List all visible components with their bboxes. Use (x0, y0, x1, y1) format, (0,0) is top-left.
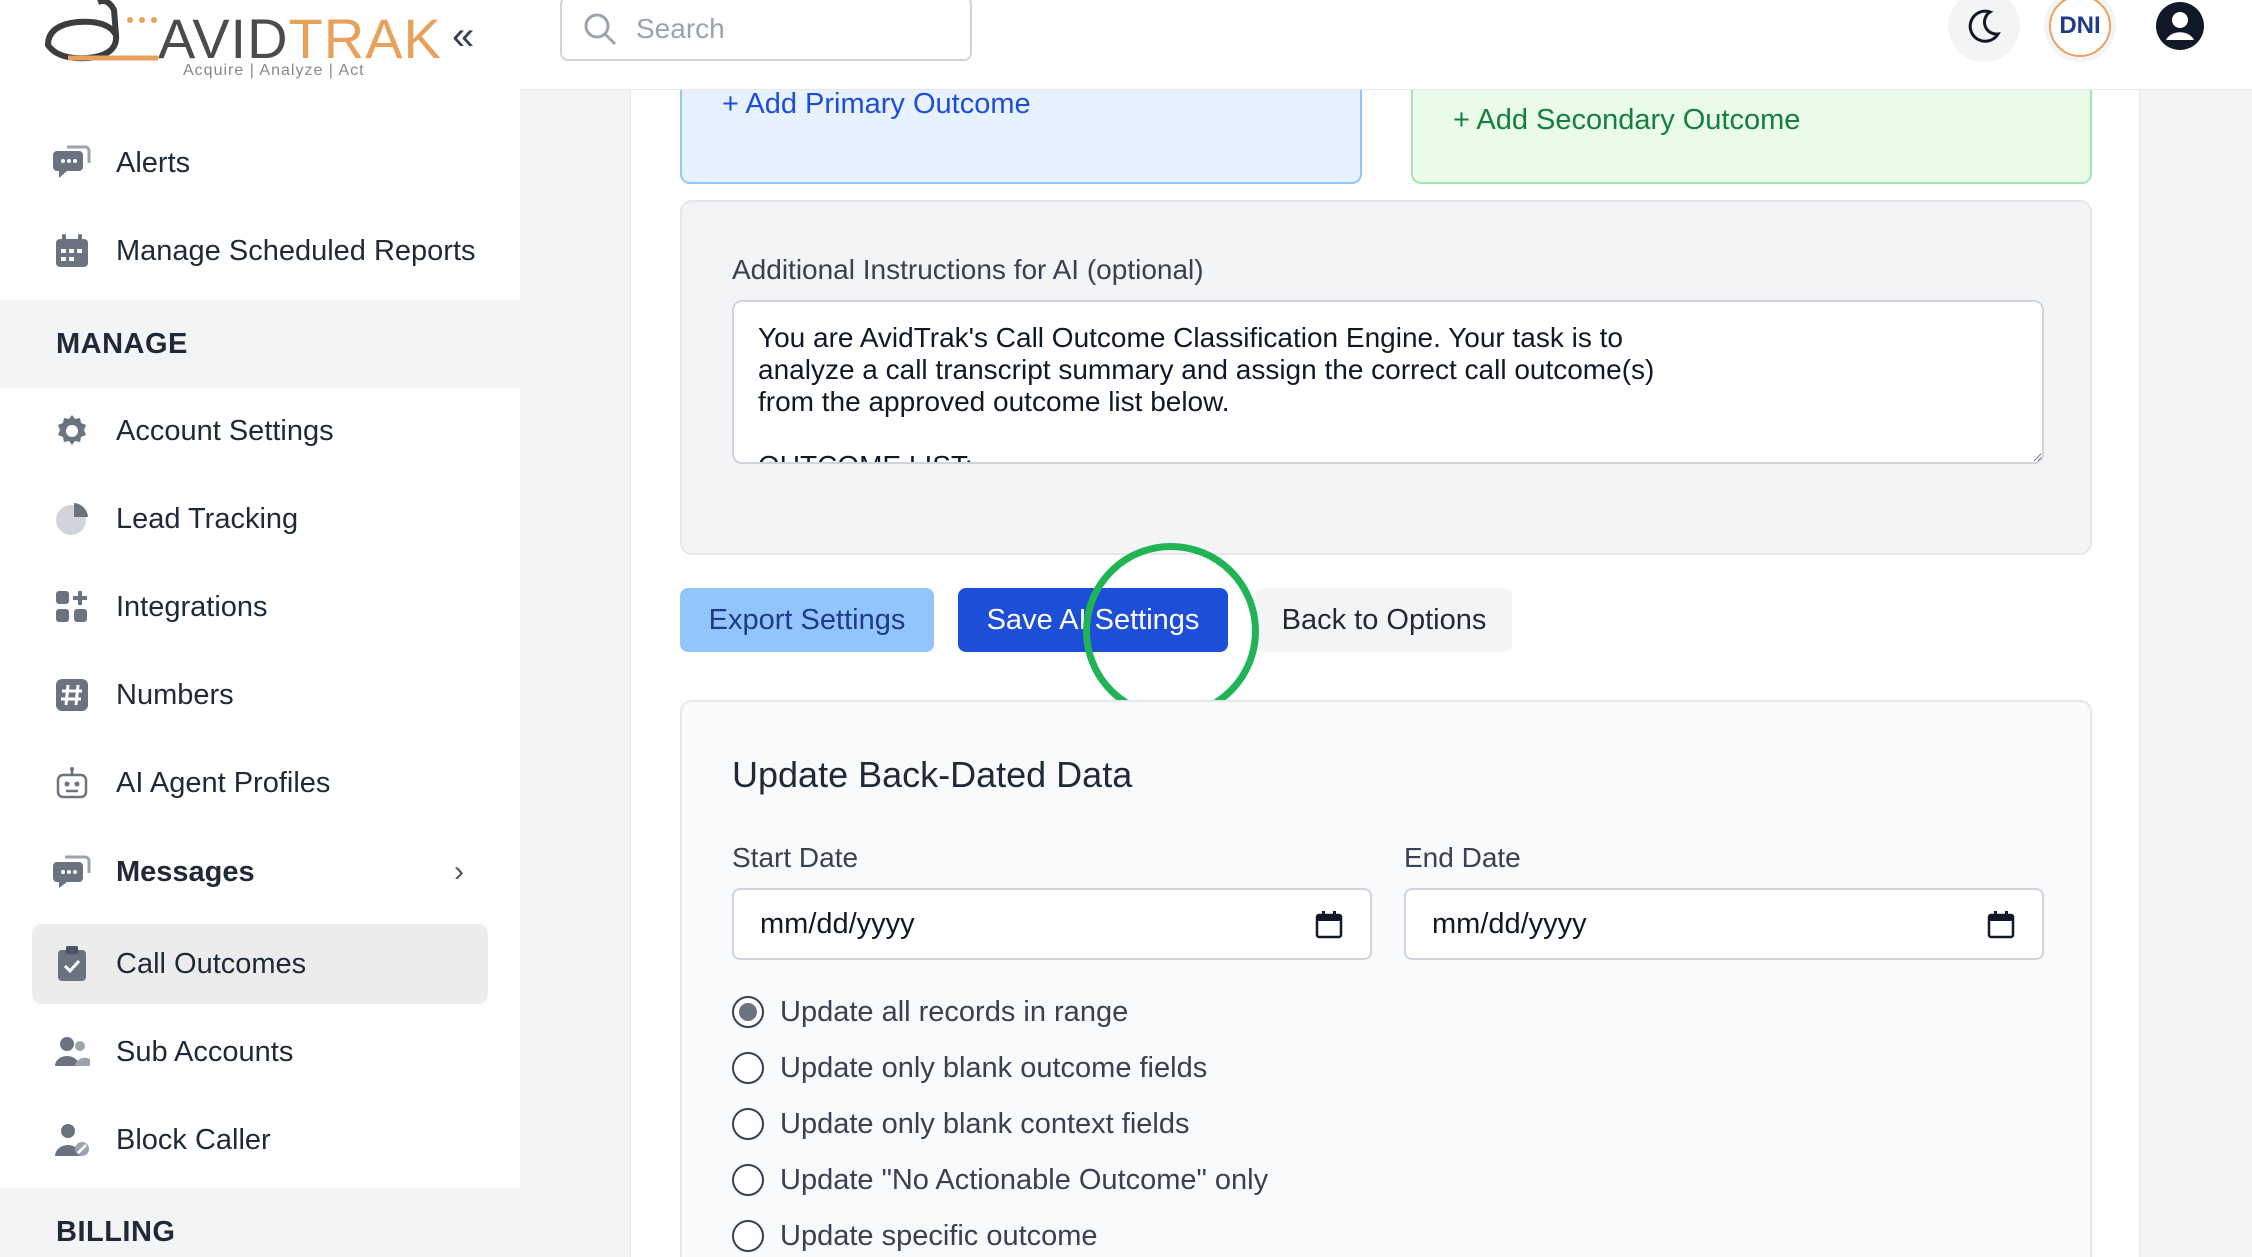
radio-button[interactable] (732, 1052, 764, 1084)
user-avatar-icon (2156, 2, 2204, 50)
sidebar-item-numbers[interactable]: Numbers (32, 655, 488, 735)
sidebar-item-alerts[interactable]: Alerts (32, 123, 488, 203)
sidebar-item-block-caller[interactable]: Block Caller (32, 1100, 488, 1180)
sidebar-item-manage-scheduled-reports[interactable]: Manage Scheduled Reports (32, 211, 488, 291)
sidebar-item-lead-tracking[interactable]: Lead Tracking (32, 479, 488, 559)
calendar-icon[interactable] (1314, 910, 1344, 940)
section-header-billing: BILLING (0, 1188, 520, 1257)
radio-update-specific-outcome[interactable]: Update specific outcome (732, 1216, 1098, 1256)
radio-label: Update only blank outcome fields (780, 1051, 1208, 1084)
radio-button[interactable] (732, 1164, 764, 1196)
dni-badge: DNI (2049, 0, 2111, 57)
sidebar-item-label: Messages (116, 855, 255, 888)
moon-icon (1968, 9, 2001, 43)
sidebar-item-label: Lead Tracking (116, 502, 299, 535)
collapse-sidebar-button[interactable]: « (452, 14, 474, 59)
calendar-icon[interactable] (1986, 910, 2016, 940)
end-date-label: End Date (1404, 842, 1521, 873)
search-box[interactable] (560, 0, 972, 61)
users-icon (52, 1032, 92, 1072)
back-to-options-button[interactable]: Back to Options (1256, 588, 1512, 652)
logo-mark-icon (44, 0, 158, 62)
end-date-input[interactable]: mm/dd/yyyy (1404, 888, 2044, 960)
radio-update-no-actionable[interactable]: Update "No Actionable Outcome" only (732, 1160, 1268, 1200)
add-secondary-outcome-label: + Add Secondary Outcome (1453, 104, 1801, 136)
pie-chart-icon (52, 499, 92, 539)
ai-instructions-label: Additional Instructions for AI (optional… (732, 254, 1204, 285)
chat-bubble-icon (52, 852, 92, 892)
sidebar-item-label: AI Agent Profiles (116, 766, 331, 799)
sidebar-item-messages[interactable]: Messages › (32, 832, 488, 912)
sidebar-item-call-outcomes[interactable]: Call Outcomes (32, 924, 488, 1004)
add-secondary-outcome-button[interactable]: + Add Secondary Outcome (1411, 90, 2092, 184)
add-primary-outcome-button[interactable]: + Add Primary Outcome (680, 88, 1362, 184)
radio-button[interactable] (732, 1108, 764, 1140)
radio-update-all[interactable]: Update all records in range (732, 992, 1128, 1032)
sidebar-item-integrations[interactable]: Integrations (32, 567, 488, 647)
grid-plus-icon (52, 587, 92, 627)
sidebar: AVIDTRAK Acquire | Analyze | Act « Alert… (0, 0, 520, 1257)
clipboard-check-icon (52, 944, 92, 984)
start-date-label: Start Date (732, 842, 859, 873)
ai-instructions-textarea[interactable] (732, 300, 2044, 464)
sidebar-item-label: Alerts (116, 146, 191, 179)
chat-bubble-icon (52, 143, 92, 183)
end-date-value: mm/dd/yyyy (1432, 907, 1587, 940)
update-backdated-panel: Update Back-Dated Data Start Date End Da… (680, 700, 2092, 1257)
section-header-manage: MANAGE (0, 300, 520, 388)
radio-label: Update only blank context fields (780, 1107, 1190, 1140)
section-title: Update Back-Dated Data (732, 754, 1133, 795)
app-logo[interactable]: AVIDTRAK Acquire | Analyze | Act (38, 0, 441, 86)
radio-button[interactable] (732, 996, 764, 1028)
sidebar-item-label: Account Settings (116, 414, 334, 447)
dark-mode-toggle[interactable] (1948, 0, 2020, 62)
ai-instructions-panel: Additional Instructions for AI (optional… (680, 200, 2092, 555)
start-date-input[interactable]: mm/dd/yyyy (732, 888, 1372, 960)
sidebar-item-sub-accounts[interactable]: Sub Accounts (32, 1012, 488, 1092)
robot-icon (52, 763, 92, 803)
sidebar-item-label: Call Outcomes (116, 947, 307, 980)
radio-button[interactable] (732, 1220, 764, 1252)
dni-label: DNI (2059, 12, 2101, 39)
save-ai-settings-button[interactable]: Save AI Settings (958, 588, 1228, 652)
user-block-icon (52, 1120, 92, 1160)
radio-label: Update specific outcome (780, 1219, 1098, 1252)
sidebar-item-label: Numbers (116, 678, 234, 711)
logo-tagline: Acquire | Analyze | Act (183, 62, 365, 79)
radio-label: Update all records in range (780, 995, 1129, 1028)
search-icon (584, 13, 617, 45)
calendar-icon (52, 231, 92, 271)
sidebar-item-ai-agent-profiles[interactable]: AI Agent Profiles (32, 743, 488, 823)
export-settings-button[interactable]: Export Settings (680, 588, 934, 652)
search-input[interactable] (636, 12, 956, 45)
content-gutter (2204, 90, 2252, 1257)
chevron-right-icon: › (454, 855, 464, 888)
hash-icon (52, 675, 92, 715)
sidebar-item-label: Block Caller (116, 1123, 271, 1156)
radio-update-blank-context[interactable]: Update only blank context fields (732, 1104, 1189, 1144)
sidebar-item-label: Integrations (116, 590, 268, 623)
user-menu-button[interactable] (2144, 0, 2216, 62)
gear-icon (52, 411, 92, 451)
sidebar-item-account-settings[interactable]: Account Settings (32, 391, 488, 471)
top-bar: DNI (520, 0, 2252, 90)
sidebar-item-label: Manage Scheduled Reports (116, 234, 476, 267)
radio-update-blank-outcome[interactable]: Update only blank outcome fields (732, 1048, 1207, 1088)
dni-button[interactable]: DNI (2044, 0, 2116, 62)
sidebar-item-label: Sub Accounts (116, 1035, 294, 1068)
add-primary-outcome-label: + Add Primary Outcome (722, 88, 1031, 120)
radio-label: Update "No Actionable Outcome" only (780, 1163, 1269, 1196)
start-date-value: mm/dd/yyyy (760, 907, 915, 940)
